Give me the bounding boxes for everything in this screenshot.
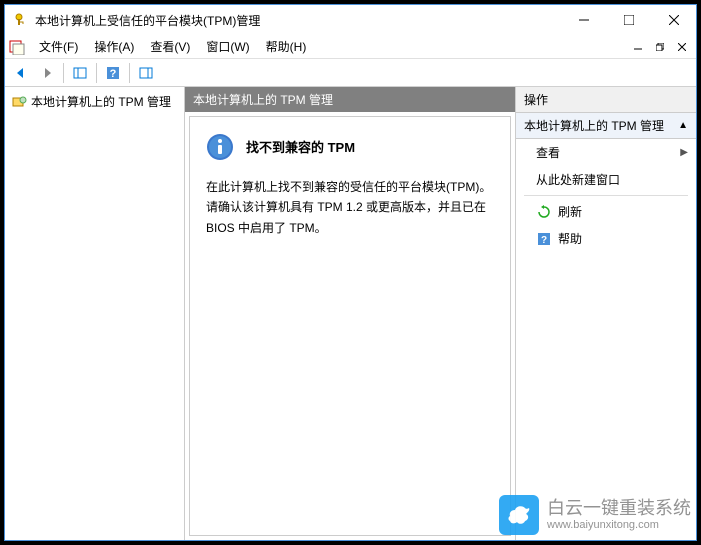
details-header: 本地计算机上的 TPM 管理 <box>185 87 515 112</box>
content-area: 本地计算机上的 TPM 管理 本地计算机上的 TPM 管理 找不到兼容的 TPM… <box>5 87 696 540</box>
menu-action[interactable]: 操作(A) <box>86 36 142 57</box>
window-title: 本地计算机上受信任的平台模块(TPM)管理 <box>35 12 561 29</box>
action-label: 帮助 <box>558 230 582 247</box>
message-row: 找不到兼容的 TPM <box>206 133 494 161</box>
maximize-button[interactable] <box>606 5 651 35</box>
mdi-controls <box>628 39 692 55</box>
svg-text:?: ? <box>541 235 547 246</box>
collapse-arrow-icon: ▲ <box>678 120 688 131</box>
action-refresh[interactable]: 刷新 <box>516 198 696 225</box>
action-new-window[interactable]: 从此处新建窗口 <box>516 166 696 193</box>
action-label: 查看 <box>536 144 560 161</box>
toolbar-separator <box>129 63 130 83</box>
submenu-arrow-icon: ▶ <box>680 147 688 158</box>
action-separator <box>524 195 688 196</box>
menu-help[interactable]: 帮助(H) <box>258 36 315 57</box>
actions-section-label: 本地计算机上的 TPM 管理 <box>524 117 664 134</box>
titlebar: 本地计算机上受信任的平台模块(TPM)管理 <box>5 5 696 35</box>
tree-root-item[interactable]: 本地计算机上的 TPM 管理 <box>7 91 182 112</box>
minimize-button[interactable] <box>561 5 606 35</box>
show-hide-action-button[interactable] <box>134 61 158 85</box>
action-label: 从此处新建窗口 <box>536 171 620 188</box>
mdi-restore-button[interactable] <box>650 39 670 55</box>
help-button[interactable]: ? <box>101 61 125 85</box>
details-pane: 本地计算机上的 TPM 管理 找不到兼容的 TPM 在此计算机上找不到兼容的受信… <box>185 87 516 540</box>
actions-section-header[interactable]: 本地计算机上的 TPM 管理 ▲ <box>516 113 696 139</box>
help-icon: ? <box>536 231 552 247</box>
watermark-brand: 白云一键重装系统 <box>547 499 691 519</box>
console-tree[interactable]: 本地计算机上的 TPM 管理 <box>5 87 185 540</box>
toolbar-separator <box>96 63 97 83</box>
tpm-icon <box>11 94 27 110</box>
details-body: 找不到兼容的 TPM 在此计算机上找不到兼容的受信任的平台模块(TPM)。请确认… <box>189 116 511 536</box>
watermark-text-block: 白云一键重装系统 www.baiyunxitong.com <box>547 499 691 531</box>
watermark-url: www.baiyunxitong.com <box>547 519 691 531</box>
tree-root-label: 本地计算机上的 TPM 管理 <box>31 93 171 110</box>
toolbar-separator <box>63 63 64 83</box>
menu-view[interactable]: 查看(V) <box>142 36 198 57</box>
actions-pane: 操作 本地计算机上的 TPM 管理 ▲ 查看 ▶ 从此处新建窗口 刷新 <box>516 87 696 540</box>
show-hide-tree-button[interactable] <box>68 61 92 85</box>
refresh-icon <box>536 204 552 220</box>
mmc-icon <box>9 39 25 55</box>
window-controls <box>561 5 696 35</box>
message-body: 在此计算机上找不到兼容的受信任的平台模块(TPM)。请确认该计算机具有 TPM … <box>206 177 494 238</box>
app-icon <box>13 12 29 28</box>
watermark: 白云一键重装系统 www.baiyunxitong.com <box>499 495 691 535</box>
forward-button[interactable] <box>35 61 59 85</box>
action-label: 刷新 <box>558 203 582 220</box>
info-icon <box>206 133 234 161</box>
message-heading: 找不到兼容的 TPM <box>246 133 355 156</box>
back-button[interactable] <box>9 61 33 85</box>
close-button[interactable] <box>651 5 696 35</box>
action-view[interactable]: 查看 ▶ <box>516 139 696 166</box>
menu-file[interactable]: 文件(F) <box>31 36 86 57</box>
menu-window[interactable]: 窗口(W) <box>198 36 257 57</box>
menubar: 文件(F) 操作(A) 查看(V) 窗口(W) 帮助(H) <box>5 35 696 59</box>
app-window: 本地计算机上受信任的平台模块(TPM)管理 文件(F) 操作(A) 查看(V) … <box>4 4 697 541</box>
mdi-close-button[interactable] <box>672 39 692 55</box>
watermark-logo-icon <box>499 495 539 535</box>
toolbar: ? <box>5 59 696 87</box>
svg-text:?: ? <box>110 68 117 80</box>
mdi-minimize-button[interactable] <box>628 39 648 55</box>
actions-header: 操作 <box>516 87 696 113</box>
action-help[interactable]: ? 帮助 <box>516 225 696 252</box>
